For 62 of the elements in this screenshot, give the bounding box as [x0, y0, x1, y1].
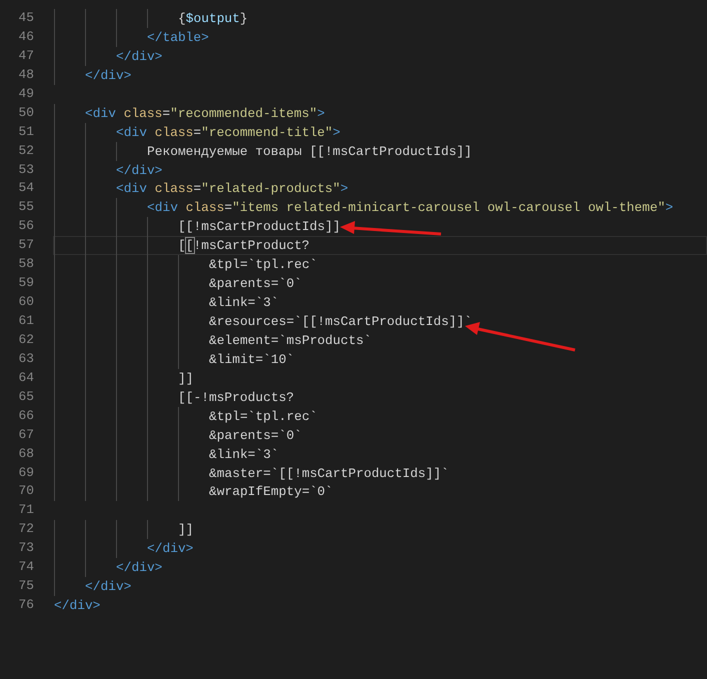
line-number: 48	[18, 66, 34, 84]
code-line: &tpl=`tpl.rec`	[209, 256, 318, 274]
code-line: </div>	[85, 66, 132, 84]
code-line: &link=`3`	[209, 446, 279, 462]
line-number: 76	[18, 596, 34, 614]
code-line: </table>	[147, 28, 209, 46]
line-number: 74	[18, 558, 34, 576]
code-line: <div class="items related-minicart-carousel owl-carousel owl-theme">	[147, 199, 674, 216]
line-number: 75	[18, 577, 34, 596]
code-line: ]]	[178, 521, 194, 538]
line-number: 51	[18, 122, 34, 141]
line-number: 71	[18, 501, 34, 520]
line-number: 65	[18, 388, 34, 406]
line-number: 56	[18, 217, 34, 236]
line-number: 58	[18, 255, 34, 274]
code-line: </div>	[116, 48, 162, 65]
line-number: 72	[18, 520, 34, 538]
line-number: 62	[18, 330, 34, 349]
code-line: <div class="related-products">	[116, 180, 348, 198]
line-number: 50	[18, 104, 34, 122]
code-line: <div class="recommended-items">	[85, 104, 325, 122]
line-number: 59	[18, 274, 34, 292]
code-line: &wrapIfEmpty=`0`	[209, 483, 333, 500]
line-number: 64	[18, 368, 34, 387]
code-line: &resources=`[[!msCartProductIds]]`	[209, 313, 472, 330]
line-number: 63	[18, 350, 34, 368]
code-line: &element=`msProducts`	[209, 332, 372, 349]
code-line: [[!msCartProductIds]]	[178, 218, 340, 236]
code-line: [[-!msProducts?	[178, 388, 294, 406]
code-line: </div>	[147, 540, 194, 558]
line-number: 67	[18, 426, 34, 444]
line-number: 53	[18, 160, 34, 178]
code-line: </div>	[85, 578, 132, 596]
code-line: ]]	[178, 370, 194, 387]
line-number: 60	[18, 293, 34, 312]
code-line: &parents=`0`	[209, 275, 302, 292]
code-line: </div>	[54, 597, 100, 614]
code-line: &limit=`10`	[209, 350, 294, 368]
line-number: 45	[18, 9, 34, 27]
line-number: 73	[18, 539, 34, 558]
code-line: </div>	[116, 162, 162, 178]
line-number: 54	[18, 179, 34, 198]
code-line: Рекомендуемые товары [[!msCartProductIds]]	[147, 142, 472, 160]
line-number: 68	[18, 444, 34, 463]
line-number: 57	[18, 236, 34, 254]
line-number: 55	[18, 198, 34, 216]
line-number: 61	[18, 312, 34, 330]
line-number: 47	[18, 46, 34, 65]
code-line: <div class="recommend-title">	[116, 124, 340, 141]
code-line: &tpl=`tpl.rec`	[209, 408, 318, 425]
code-line: [[!msCartProduct?	[178, 237, 310, 254]
code-line: &parents=`0`	[209, 426, 302, 444]
code-line: &master=`[[!msCartProductIds]]`	[209, 464, 449, 482]
code-line: </div>	[116, 559, 162, 576]
line-number: 52	[18, 142, 34, 160]
code-line: {$output}	[178, 10, 248, 27]
code-line: &link=`3`	[209, 294, 279, 311]
line-number: 46	[18, 28, 34, 46]
line-number: 69	[18, 464, 34, 482]
line-number: 49	[18, 84, 34, 103]
line-number: 66	[18, 406, 34, 425]
line-number: 70	[18, 482, 34, 500]
